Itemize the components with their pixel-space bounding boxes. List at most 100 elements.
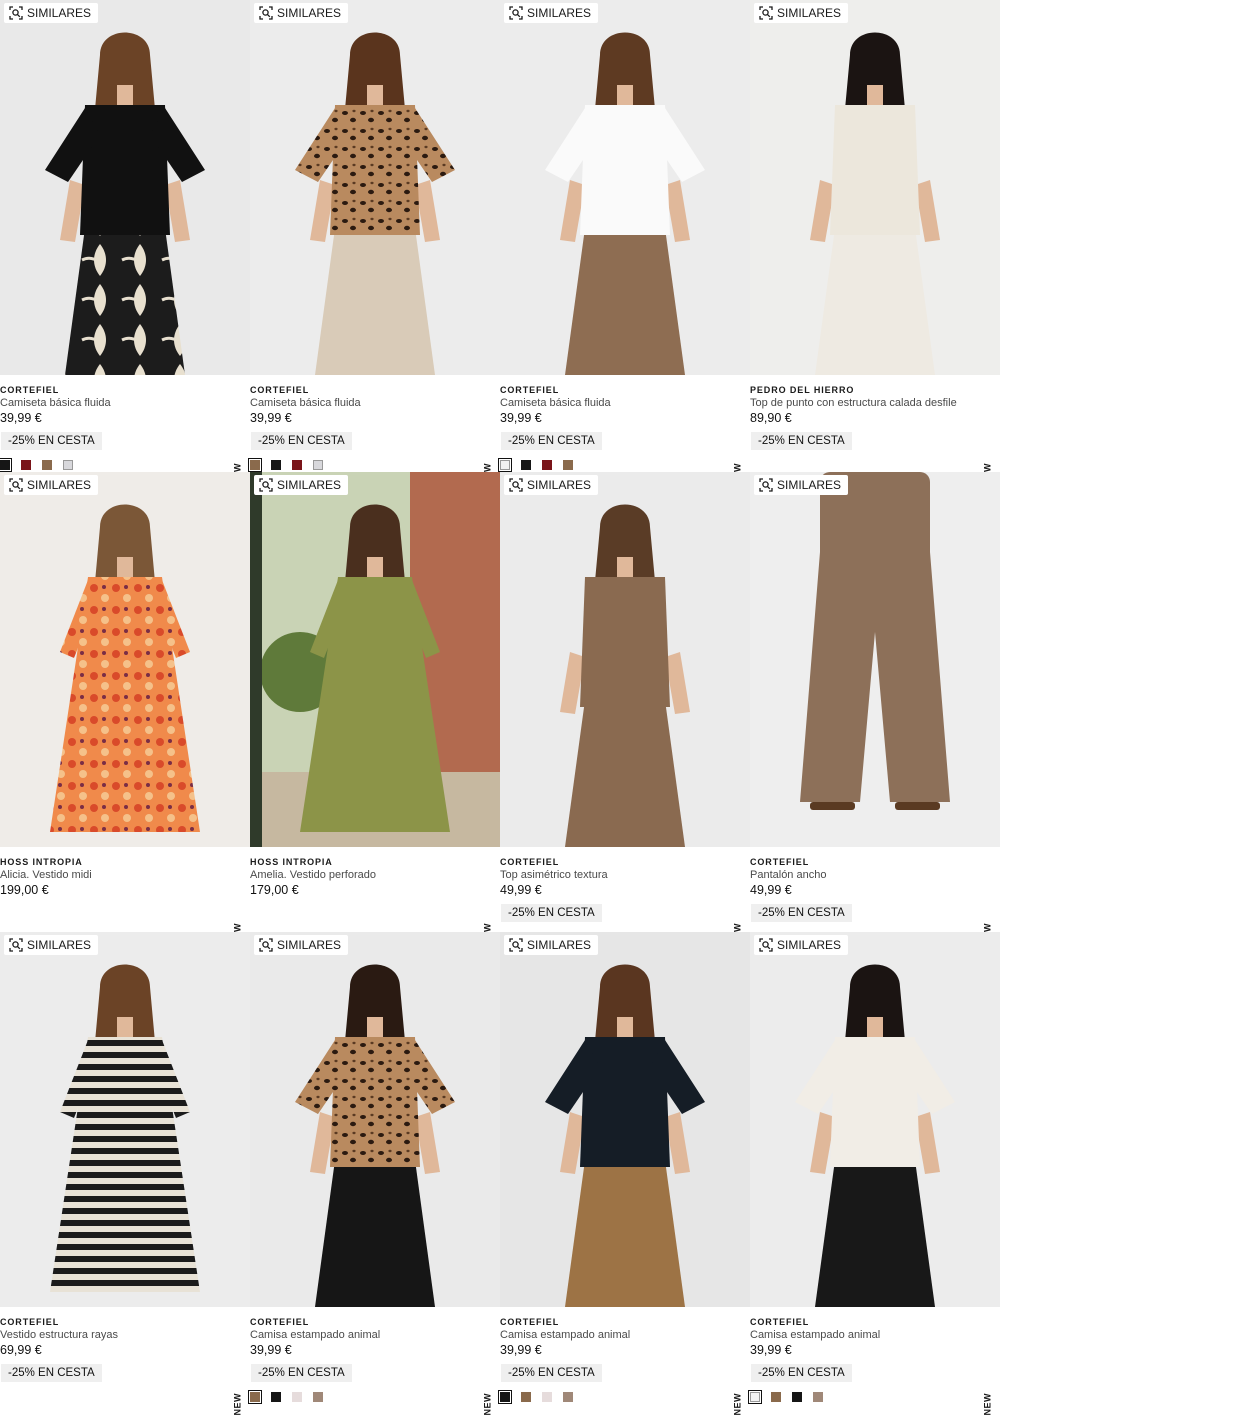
similar-button[interactable]: SIMILARES	[754, 3, 849, 23]
color-swatch-black[interactable]	[498, 1390, 512, 1404]
product-card[interactable]: SIMILARES NEW CORTEFIEL Pantalón ancho 4…	[750, 472, 1000, 946]
promo-badge: -25% EN CESTA	[751, 1364, 852, 1382]
product-image[interactable]	[750, 472, 1000, 847]
product-name[interactable]: Alicia. Vestido midi	[0, 868, 250, 882]
product-image[interactable]	[250, 932, 500, 1307]
similar-button[interactable]: SIMILARES	[4, 3, 99, 23]
color-swatch-leopard[interactable]	[521, 1392, 531, 1402]
product-image[interactable]	[0, 472, 250, 847]
color-swatch-burgundy[interactable]	[542, 460, 552, 470]
color-swatch-leopard[interactable]	[563, 460, 573, 470]
product-image[interactable]	[0, 0, 250, 375]
color-swatch-light-gray[interactable]	[63, 460, 73, 470]
similar-button[interactable]: SIMILARES	[254, 935, 349, 955]
product-name[interactable]: Top asimétrico textura	[500, 868, 750, 882]
similar-button[interactable]: SIMILARES	[504, 475, 599, 495]
product-card[interactable]: SIMILARES NEW HOSS INTROPIA Alicia. Vest…	[0, 472, 250, 946]
product-card[interactable]: SIMILARES NEW CORTEFIEL Camiseta básica …	[0, 0, 250, 486]
color-swatch-leopard[interactable]	[771, 1392, 781, 1402]
color-swatch-black[interactable]	[521, 460, 531, 470]
visual-search-icon	[509, 6, 523, 20]
similar-button-label: SIMILARES	[27, 6, 92, 20]
color-swatch-burgundy[interactable]	[21, 460, 31, 470]
color-swatch-burgundy[interactable]	[292, 460, 302, 470]
product-info: CORTEFIEL Camisa estampado animal 39,99 …	[750, 1316, 1000, 1382]
similar-button[interactable]: SIMILARES	[754, 935, 849, 955]
similar-button-label: SIMILARES	[527, 938, 592, 952]
product-image[interactable]	[500, 932, 750, 1307]
similar-button[interactable]: SIMILARES	[504, 935, 599, 955]
product-name[interactable]: Camiseta básica fluida	[0, 396, 250, 410]
product-name[interactable]: Top de punto con estructura calada desfi…	[750, 396, 1000, 410]
similar-button-label: SIMILARES	[527, 6, 592, 20]
promo-badge: -25% EN CESTA	[501, 1364, 602, 1382]
product-card[interactable]: SIMILARES NEW CORTEFIEL Camiseta básica …	[248, 0, 500, 486]
product-name[interactable]: Camiseta básica fluida	[500, 396, 750, 410]
color-swatch-white[interactable]	[748, 1390, 762, 1404]
similar-button-label: SIMILARES	[27, 938, 92, 952]
product-price: 179,00 €	[250, 883, 299, 897]
product-name[interactable]: Camisa estampado animal	[250, 1328, 500, 1342]
product-price: 69,99 €	[0, 1343, 42, 1357]
similar-button[interactable]: SIMILARES	[4, 475, 99, 495]
promo-badge: -25% EN CESTA	[751, 904, 852, 922]
product-image[interactable]	[0, 932, 250, 1307]
similar-button[interactable]: SIMILARES	[754, 475, 849, 495]
product-card[interactable]: SIMILARES NEW CORTEFIEL Top asimétrico t…	[500, 472, 750, 946]
product-name[interactable]: Pantalón ancho	[750, 868, 1000, 882]
color-swatch-leopard[interactable]	[248, 458, 262, 472]
product-price: 39,99 €	[500, 1343, 542, 1357]
product-image[interactable]	[750, 932, 1000, 1307]
product-image[interactable]	[250, 472, 500, 847]
product-image[interactable]	[750, 0, 1000, 375]
visual-search-icon	[759, 938, 773, 952]
similar-button[interactable]: SIMILARES	[504, 3, 599, 23]
similar-button-label: SIMILARES	[277, 938, 342, 952]
color-swatch-pink-gray[interactable]	[542, 1392, 552, 1402]
similar-button-label: SIMILARES	[277, 478, 342, 492]
product-name[interactable]: Camisa estampado animal	[500, 1328, 750, 1342]
product-card[interactable]: SIMILARES NEW HOSS INTROPIA Amelia. Vest…	[250, 472, 500, 946]
promo-badge: -25% EN CESTA	[501, 432, 602, 450]
color-swatch-black[interactable]	[792, 1392, 802, 1402]
product-name[interactable]: Camiseta básica fluida	[250, 396, 500, 410]
color-swatch-taupe[interactable]	[563, 1392, 573, 1402]
color-swatch-white[interactable]	[498, 458, 512, 472]
color-swatch-black[interactable]	[271, 460, 281, 470]
visual-search-icon	[259, 6, 273, 20]
product-card[interactable]: SIMILARES NEW CORTEFIEL Camisa estampado…	[748, 932, 1000, 1416]
color-swatch-leopard[interactable]	[248, 1390, 262, 1404]
product-price: 39,99 €	[750, 1343, 792, 1357]
color-swatch-taupe[interactable]	[813, 1392, 823, 1402]
similar-button[interactable]: SIMILARES	[254, 475, 349, 495]
product-image[interactable]	[500, 0, 750, 375]
color-swatch-leopard[interactable]	[42, 460, 52, 470]
color-swatches	[498, 458, 573, 472]
product-name[interactable]: Vestido estructura rayas	[0, 1328, 250, 1342]
visual-search-icon	[9, 938, 23, 952]
similar-button[interactable]: SIMILARES	[254, 3, 349, 23]
product-card[interactable]: SIMILARES NEW PEDRO DEL HIERRO Top de pu…	[750, 0, 1000, 486]
product-image[interactable]	[250, 0, 500, 375]
product-name[interactable]: Camisa estampado animal	[750, 1328, 1000, 1342]
product-brand: CORTEFIEL	[250, 385, 310, 395]
product-brand: HOSS INTROPIA	[0, 857, 83, 867]
similar-button[interactable]: SIMILARES	[4, 935, 99, 955]
color-swatch-black[interactable]	[0, 458, 12, 472]
color-swatch-pink-gray[interactable]	[292, 1392, 302, 1402]
visual-search-icon	[509, 938, 523, 952]
product-image[interactable]	[500, 472, 750, 847]
product-info: CORTEFIEL Pantalón ancho 49,99 € -25% EN…	[750, 856, 1000, 922]
visual-search-icon	[509, 478, 523, 492]
color-swatches	[248, 458, 323, 472]
product-card[interactable]: SIMILARES NEW CORTEFIEL Vestido estructu…	[0, 932, 250, 1416]
product-name[interactable]: Amelia. Vestido perforado	[250, 868, 500, 882]
color-swatch-taupe[interactable]	[313, 1392, 323, 1402]
color-swatch-black[interactable]	[271, 1392, 281, 1402]
product-brand: CORTEFIEL	[0, 1317, 60, 1327]
color-swatch-light-gray[interactable]	[313, 460, 323, 470]
product-card[interactable]: SIMILARES NEW CORTEFIEL Camisa estampado…	[498, 932, 750, 1416]
product-card[interactable]: SIMILARES NEW CORTEFIEL Camiseta básica …	[498, 0, 750, 486]
product-price: 49,99 €	[750, 883, 792, 897]
product-card[interactable]: SIMILARES NEW CORTEFIEL Camisa estampado…	[248, 932, 500, 1416]
